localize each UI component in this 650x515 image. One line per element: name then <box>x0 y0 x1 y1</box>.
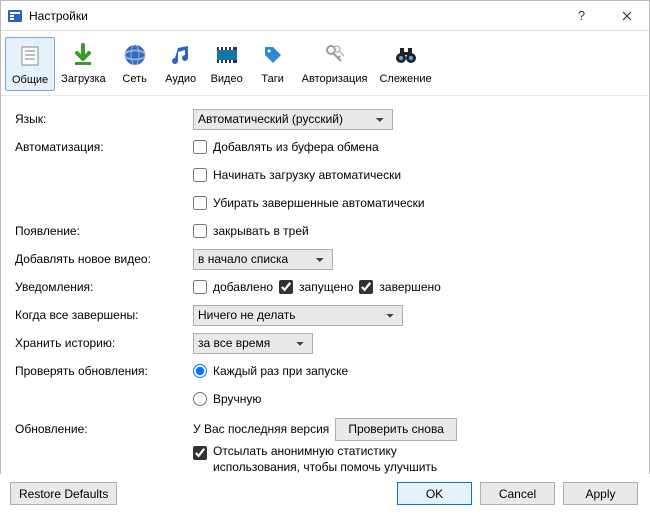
keys-icon <box>319 39 351 71</box>
add-video-select[interactable]: в начало списка <box>193 249 333 270</box>
notifications-label: Уведомления: <box>15 280 193 294</box>
language-select[interactable]: Автоматический (русский) <box>193 109 393 130</box>
appearance-label: Появление: <box>15 224 193 238</box>
chk-close-to-tray[interactable]: закрывать в трей <box>193 224 309 238</box>
tab-label: Таги <box>261 73 284 85</box>
radio-manual[interactable]: Вручную <box>193 392 261 406</box>
close-icon <box>622 11 632 21</box>
updates-label: Проверять обновления: <box>15 364 193 378</box>
footer: Restore Defaults OK Cancel Apply <box>0 474 650 515</box>
tab-label: Аудио <box>165 73 196 85</box>
language-label: Язык: <box>15 112 193 126</box>
tag-icon <box>257 39 289 71</box>
tab-network[interactable]: Сеть <box>112 37 158 91</box>
chk-notify-finished[interactable]: завершено <box>359 280 440 294</box>
tab-tags[interactable]: Таги <box>250 37 296 91</box>
tab-label: Сеть <box>122 73 146 85</box>
tab-tracking[interactable]: Слежение <box>373 37 437 91</box>
general-icon <box>14 40 46 72</box>
globe-icon <box>119 39 151 71</box>
close-button[interactable] <box>604 1 649 31</box>
tab-download[interactable]: Загрузка <box>55 37 111 91</box>
tab-label: Загрузка <box>61 73 105 85</box>
chk-notify-started[interactable]: запущено <box>279 280 353 294</box>
toolbar: Общие Загрузка Сеть Аудио Видео Таги Авт… <box>1 31 649 96</box>
tab-label: Слежение <box>379 73 431 85</box>
when-done-label: Когда все завершены: <box>15 308 193 322</box>
chk-notify-added[interactable]: добавлено <box>193 280 273 294</box>
check-again-button[interactable]: Проверить снова <box>335 418 457 441</box>
radio-each-start[interactable]: Каждый раз при запуске <box>193 364 348 378</box>
chk-autostart[interactable]: Начинать загрузку автоматически <box>193 168 401 182</box>
ok-button[interactable]: OK <box>397 482 472 505</box>
when-done-select[interactable]: Ничего не делать <box>193 305 403 326</box>
app-icon <box>7 8 23 24</box>
update-label: Обновление: <box>15 422 193 436</box>
tab-general[interactable]: Общие <box>5 37 55 91</box>
window-title: Настройки <box>29 9 559 23</box>
binoculars-icon <box>390 39 422 71</box>
add-video-label: Добавлять новое видео: <box>15 252 193 266</box>
update-status: У Вас последняя версия <box>193 422 329 436</box>
tab-label: Авторизация <box>302 73 368 85</box>
tab-label: Видео <box>211 73 243 85</box>
titlebar: Настройки ? <box>1 1 649 31</box>
cancel-button[interactable]: Cancel <box>480 482 555 505</box>
content: Язык: Автоматический (русский) Автоматиз… <box>1 96 649 497</box>
history-label: Хранить историю: <box>15 336 193 350</box>
music-icon <box>165 39 197 71</box>
history-select[interactable]: за все время <box>193 333 313 354</box>
download-icon <box>67 39 99 71</box>
chk-autoclean[interactable]: Убирать завершенные автоматически <box>193 196 425 210</box>
tab-audio[interactable]: Аудио <box>158 37 204 91</box>
apply-button[interactable]: Apply <box>563 482 638 505</box>
film-icon <box>211 39 243 71</box>
help-button[interactable]: ? <box>559 1 604 31</box>
tab-video[interactable]: Видео <box>204 37 250 91</box>
restore-defaults-button[interactable]: Restore Defaults <box>10 482 117 505</box>
tab-label: Общие <box>12 74 48 86</box>
chk-clipboard[interactable]: Добавлять из буфера обмена <box>193 140 379 154</box>
automation-label: Автоматизация: <box>15 140 193 154</box>
tab-auth[interactable]: Авторизация <box>296 37 374 91</box>
